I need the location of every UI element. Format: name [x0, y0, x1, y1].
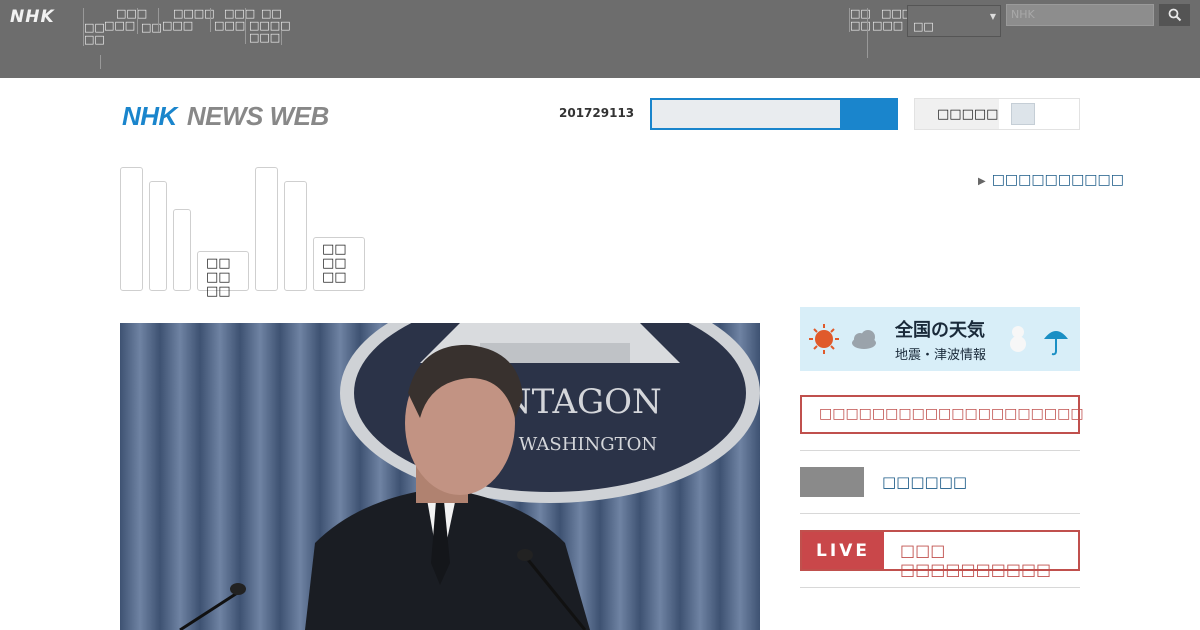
site-search-input[interactable]: [650, 98, 842, 130]
feature-link[interactable]: □□□□□□: [882, 473, 967, 491]
logo-nhk-text: NHK: [122, 100, 177, 131]
chevron-down-icon: ▼: [989, 12, 996, 21]
nav-item-label: □□□: [162, 19, 194, 32]
divider: [800, 513, 1080, 514]
category-tab-3[interactable]: [173, 209, 191, 291]
toggle-knob: [1011, 103, 1035, 125]
global-topbar: NHK □□ □□ □□□ □□□ □□ □□□□ □□□ □□□ □□□ □□…: [0, 0, 1200, 78]
display-settings-toggle[interactable]: □□□□□: [914, 98, 1080, 130]
live-stream-label: □□□ □□□□□□□□□□: [900, 541, 1052, 579]
nav-divider: [281, 31, 282, 45]
top-story-image[interactable]: PENTAGON WASHINGTON: [120, 323, 760, 630]
settings-label: □□□□□: [937, 107, 999, 122]
category-tab-1[interactable]: [120, 167, 143, 291]
live-stream-banner[interactable]: LIVE □□□ □□□□□□□□□□: [800, 530, 1080, 579]
divider: [800, 450, 1080, 451]
search-icon: [1168, 8, 1181, 22]
nav-group-1[interactable]: □□ □□: [83, 8, 105, 46]
alert-banner[interactable]: □□□□□□□□□□□□□□□□□□□□: [800, 395, 1084, 434]
news-web-logo[interactable]: NHK NEWS WEB: [122, 100, 329, 132]
category-label: □□□□□□: [206, 256, 231, 299]
live-badge: LIVE: [802, 532, 884, 569]
cloud-icon: [852, 330, 876, 349]
nav-group-4[interactable]: □□□□ □□□: [158, 8, 215, 32]
seal-subtext: WASHINGTON: [519, 434, 657, 455]
nhk-logo[interactable]: NHK: [10, 7, 55, 27]
snowman-icon: [1010, 326, 1026, 352]
category-label: □□□□□□: [322, 242, 347, 285]
weather-banner[interactable]: 全国の天気 地震・津波情報: [800, 307, 1080, 371]
current-date: 201729113: [559, 106, 635, 120]
press-briefing-photo: PENTAGON WASHINGTON: [120, 323, 760, 630]
nav-group-6[interactable]: □□ □□□□ □□□: [245, 8, 291, 44]
region-select-value: □□: [913, 20, 934, 33]
region-select[interactable]: □□ ▼: [907, 5, 1001, 37]
right-header-link-label: □□□□□□□□□□: [991, 172, 1124, 188]
search-placeholder: NHK: [1011, 8, 1035, 21]
right-header-link[interactable]: ▶ □□□□□□□□□□: [978, 172, 1124, 188]
umbrella-icon: [1044, 331, 1068, 356]
nav-item-label: □□: [84, 33, 105, 46]
global-search-button[interactable]: [1159, 4, 1190, 26]
weather-subtitle: 地震・津波情報: [895, 348, 987, 363]
nav-item-label: □□: [84, 21, 105, 34]
logo-newsweb-text: NEWS WEB: [186, 100, 329, 131]
category-tab-5[interactable]: [255, 167, 278, 291]
divider: [800, 587, 1080, 588]
alert-banner-label: □□□□□□□□□□□□□□□□□□□□: [819, 406, 1084, 422]
weather-title: 全国の天気: [895, 320, 985, 341]
site-search-button[interactable]: [840, 98, 898, 130]
category-tab-2[interactable]: [149, 181, 167, 291]
triangle-right-icon: ▶: [978, 176, 986, 187]
category-tab-4[interactable]: □□□□□□: [197, 251, 249, 299]
category-tab-6[interactable]: [284, 181, 307, 291]
feature-thumbnail[interactable]: [800, 467, 864, 497]
region-nav-2[interactable]: □□□ □□□: [867, 8, 912, 58]
nav-divider: [100, 55, 101, 69]
toggle-track[interactable]: [999, 99, 1079, 129]
sun-icon: [809, 324, 839, 354]
nav-item-label: □□□: [249, 31, 281, 44]
global-search-input[interactable]: NHK: [1006, 4, 1154, 26]
category-tab-7[interactable]: □□□□□□: [313, 237, 365, 291]
